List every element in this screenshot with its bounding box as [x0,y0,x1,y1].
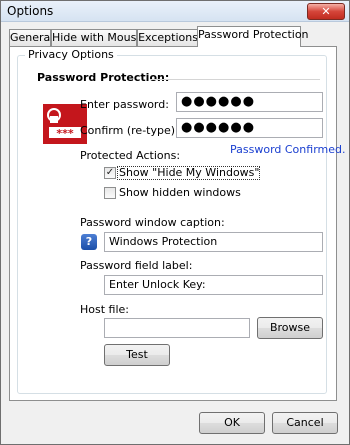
confirm-password-label: Confirm (re-type): [80,124,179,137]
browse-button[interactable]: Browse [257,317,323,339]
host-file-field[interactable] [104,318,250,338]
tab-hide-with-mouse[interactable]: Hide with Mouse [51,29,143,46]
group-title: Privacy Options [25,48,117,61]
section-title: Password Protection: [37,71,170,84]
tab-general[interactable]: General [9,29,53,46]
close-icon: ✕ [321,5,331,18]
protected-actions-label: Protected Actions: [80,149,181,162]
section-divider [150,79,320,80]
show-hidden-windows-label[interactable]: Show hidden windows [119,186,241,199]
password-protection-panel: Privacy Options Password Protection: ***… [9,46,345,401]
help-icon: ? [81,234,97,250]
window-title: Options [7,4,54,18]
field-label-label: Password field label: [80,259,193,272]
field-label-field[interactable]: Enter Unlock Key: [104,275,323,295]
options-window: Options ✕ General Hide with Mouse Except… [0,0,350,445]
tab-password-protection[interactable]: Password Protection [197,26,309,47]
enter-password-label: Enter password: [80,98,169,111]
show-hide-label[interactable]: Show "Hide My Windows" [119,166,259,179]
test-button[interactable]: Test [104,344,170,366]
show-hide-checkbox[interactable]: ✓ [104,167,116,179]
caption-field[interactable]: Windows Protection [104,232,323,252]
confirm-password-field[interactable]: ●●●●●● [176,118,323,138]
status-text: Password Confirmed. [230,143,346,156]
caption-label: Password window caption: [80,216,225,229]
title-bar[interactable]: Options ✕ [1,1,349,22]
tab-exceptions[interactable]: Exceptions [137,29,199,46]
enter-password-field[interactable]: ●●●●●● [176,92,323,112]
privacy-options-group: Privacy Options Password Protection: ***… [17,48,345,394]
cancel-button[interactable]: Cancel [272,412,338,434]
host-file-label: Host file: [80,303,130,316]
show-hidden-windows-checkbox[interactable] [104,187,116,199]
lock-icon-text: *** [56,127,74,140]
close-button[interactable]: ✕ [307,3,345,20]
ok-button[interactable]: OK [199,412,265,434]
check-mark-icon: ✓ [105,167,115,178]
